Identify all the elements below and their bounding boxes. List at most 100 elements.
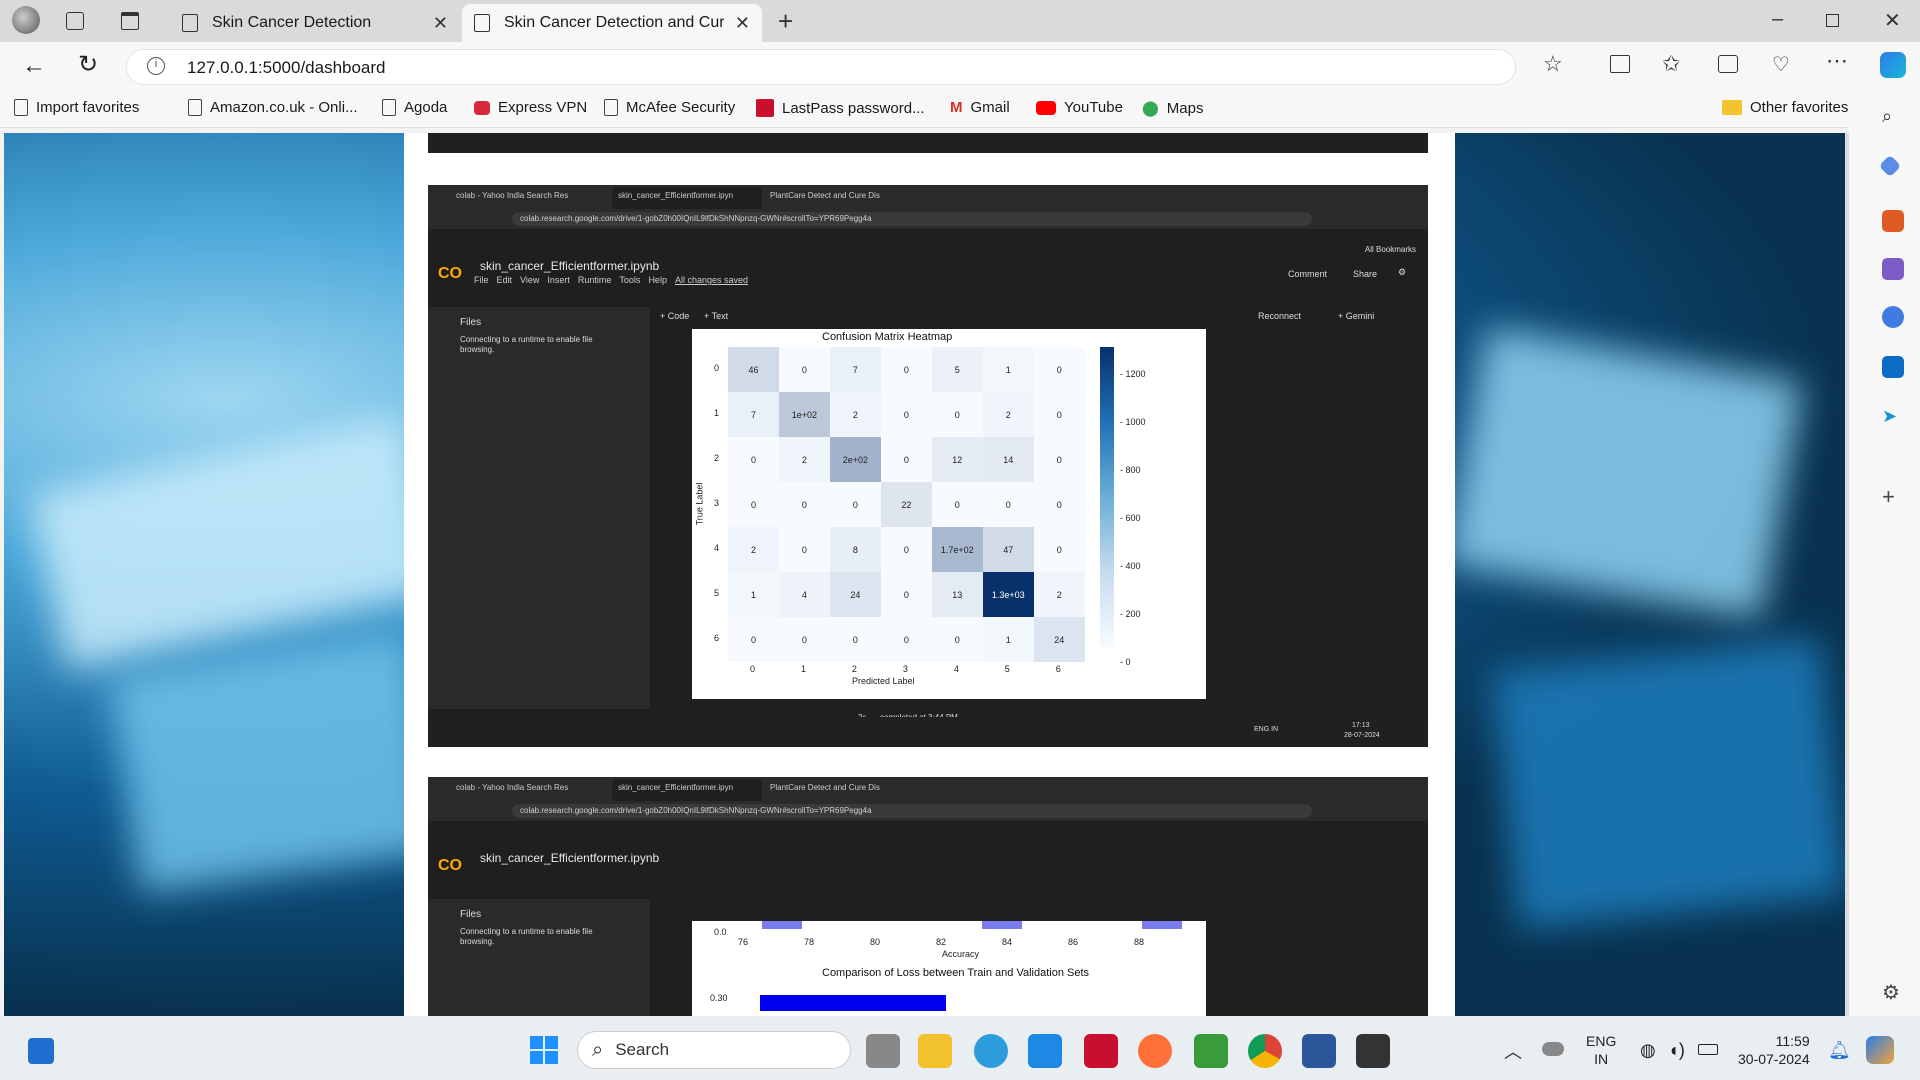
minimize-button[interactable]: – bbox=[1772, 8, 1783, 31]
notebook-title: skin_cancer_Efficientformer.ipynb bbox=[480, 259, 660, 273]
screenshot-clock-time: 17:13 bbox=[1352, 722, 1370, 729]
mylip-icon[interactable] bbox=[1028, 1034, 1062, 1068]
accuracy-xtick: 88 bbox=[1134, 937, 1145, 947]
heatmap-cell: 1e+02 bbox=[778, 392, 830, 437]
fav-agoda[interactable]: Agoda bbox=[382, 99, 447, 116]
search-icon[interactable]: ⌕ bbox=[1882, 106, 1904, 128]
collections-icon[interactable] bbox=[1718, 55, 1738, 73]
accuracy-xtick: 76 bbox=[738, 937, 749, 947]
refresh-icon[interactable]: ↻ bbox=[78, 50, 98, 79]
clock[interactable]: 11:59 30-07-2024 bbox=[1738, 1032, 1810, 1068]
screenshot-address-bar: colab.research.google.com/drive/1-gobZ0h… bbox=[428, 209, 1428, 229]
heatmap-cell: 0 bbox=[728, 437, 779, 482]
url-field[interactable]: i 127.0.0.1:5000/dashboard bbox=[126, 49, 1516, 85]
add-sidebar-app-icon[interactable]: + bbox=[1882, 484, 1904, 509]
heatmap-cell: 5 bbox=[931, 347, 983, 392]
start-button[interactable] bbox=[530, 1036, 558, 1064]
heatmap-cell: 0 bbox=[982, 482, 1034, 527]
heatmap-cell: 2 bbox=[1033, 572, 1085, 617]
telegram-icon[interactable]: ➤ bbox=[1882, 406, 1904, 428]
mcafee-icon[interactable] bbox=[1084, 1034, 1118, 1068]
heatmap-cell: 0 bbox=[778, 527, 830, 572]
close-window-button[interactable]: ✕ bbox=[1884, 8, 1901, 33]
fav-other[interactable]: Other favorites bbox=[1722, 99, 1848, 116]
new-tab-button[interactable]: + bbox=[778, 6, 793, 37]
clock-time: 11:59 bbox=[1775, 1033, 1810, 1049]
windows-taskbar bbox=[0, 1016, 1920, 1080]
fav-lastpass[interactable]: LastPass password... bbox=[756, 99, 925, 117]
search-icon: ⌕ bbox=[592, 1038, 604, 1061]
file-explorer-icon[interactable] bbox=[918, 1034, 952, 1068]
copilot-taskbar-icon[interactable] bbox=[1866, 1036, 1894, 1064]
tray-chevron-icon[interactable]: ︿ bbox=[1504, 1038, 1522, 1064]
firefox-icon[interactable] bbox=[1138, 1034, 1172, 1068]
profile-avatar[interactable] bbox=[12, 6, 40, 34]
app-icon[interactable] bbox=[1194, 1034, 1228, 1068]
fav-mcafee[interactable]: McAfee Security bbox=[604, 99, 735, 116]
files2-message: Connecting to a runtime to enable file b… bbox=[460, 927, 593, 946]
language-indicator[interactable]: ENG IN bbox=[1586, 1032, 1616, 1068]
fav-expressvpn[interactable]: Express VPN bbox=[474, 99, 587, 116]
heatmap-cell: 22 bbox=[880, 482, 932, 527]
loss-title: Comparison of Loss between Train and Val… bbox=[822, 967, 1090, 979]
heatmap-ytick: 0 bbox=[714, 363, 720, 373]
outlook-icon[interactable] bbox=[1882, 356, 1904, 378]
taskbar-search[interactable]: ⌕ Search bbox=[577, 1031, 851, 1069]
fav-maps[interactable]: ⬤ Maps bbox=[1142, 99, 1203, 118]
mini2-tab-2: skin_cancer_Efficientformer.ipyn bbox=[612, 779, 762, 801]
back-icon[interactable]: ← bbox=[22, 52, 46, 80]
edge-icon[interactable] bbox=[974, 1034, 1008, 1068]
maximize-button[interactable] bbox=[1826, 14, 1839, 27]
fav-gmail[interactable]: M Gmail bbox=[950, 99, 1010, 116]
confusion-matrix-heatmap: Confusion Matrix Heatmap 46 0 7 0 5 1 0 0 7 1e+02 2… bbox=[692, 329, 1206, 699]
heatmap-cell: 0 bbox=[1033, 482, 1085, 527]
heatmap-cell: 14 bbox=[982, 437, 1034, 482]
chrome-icon[interactable] bbox=[1248, 1034, 1282, 1068]
files-message: Connecting to a runtime to enable file b… bbox=[460, 335, 593, 354]
heatmap-ytick: 5 bbox=[714, 588, 720, 598]
close-tab-icon[interactable]: ✕ bbox=[735, 13, 750, 34]
microsoft365-icon[interactable] bbox=[1882, 306, 1904, 328]
onedrive-icon[interactable] bbox=[1542, 1042, 1564, 1056]
heatmap-cell: 2 bbox=[829, 392, 881, 437]
widgets-icon[interactable] bbox=[28, 1038, 54, 1064]
browser-essentials-icon[interactable]: ♡ bbox=[1772, 52, 1790, 77]
games-icon[interactable] bbox=[1882, 258, 1904, 280]
heatmap-cell: 0 bbox=[1033, 347, 1085, 392]
browser-tab-2[interactable]: Skin Cancer Detection and Cure I ✕ bbox=[462, 4, 762, 42]
heatmap-cell: 0 bbox=[880, 572, 932, 617]
screenshot2-tab-strip: colab - Yahoo India Search Res skin_canc… bbox=[428, 777, 1428, 801]
sidebar-settings-icon[interactable]: ⚙ bbox=[1882, 980, 1904, 1004]
copilot-icon[interactable] bbox=[1880, 52, 1906, 78]
favorites-icon[interactable]: ✩ bbox=[1662, 51, 1680, 77]
tools-icon[interactable] bbox=[1882, 210, 1904, 232]
close-tab-icon[interactable]: ✕ bbox=[433, 13, 448, 34]
heatmap-cell: 0 bbox=[1033, 392, 1085, 437]
fav-youtube[interactable]: YouTube bbox=[1036, 99, 1123, 116]
heatmap-cell: 0 bbox=[880, 617, 932, 662]
colorbar-tick: - 0 bbox=[1120, 657, 1131, 667]
volume-icon[interactable]: ◖) bbox=[1668, 1040, 1685, 1061]
heatmap-cell: 1.3e+03 bbox=[982, 572, 1034, 617]
fav-import[interactable]: Import favorites bbox=[14, 99, 139, 116]
more-menu-icon[interactable]: ⋯ bbox=[1826, 48, 1848, 74]
split-screen-icon[interactable] bbox=[1610, 55, 1630, 73]
favorite-star-icon[interactable]: ☆ bbox=[1543, 51, 1563, 77]
network-icon[interactable]: ◍ bbox=[1640, 1040, 1656, 1061]
task-view-icon[interactable] bbox=[866, 1034, 900, 1068]
vertical-tabs-icon[interactable] bbox=[121, 12, 139, 30]
word-icon[interactable] bbox=[1302, 1034, 1336, 1068]
terminal-icon[interactable] bbox=[1356, 1034, 1390, 1068]
heatmap-xtick: 1 bbox=[800, 664, 806, 674]
heatmap-xtick: 0 bbox=[750, 664, 756, 674]
fav-amazon[interactable]: Amazon.co.uk - Onli... bbox=[188, 99, 358, 116]
accuracy-xtick: 82 bbox=[936, 937, 947, 947]
add-text: + Text bbox=[704, 311, 729, 321]
battery-icon[interactable] bbox=[1698, 1044, 1718, 1055]
workspaces-icon[interactable] bbox=[66, 12, 84, 30]
browser-tab-1[interactable]: Skin Cancer Detection ✕ bbox=[170, 4, 460, 42]
notification-bell-icon[interactable]: 🔔︎ bbox=[1828, 1040, 1851, 1061]
heatmap-cell: 13 bbox=[931, 572, 983, 617]
heatmap-cell: 1.7e+02 bbox=[931, 527, 983, 572]
site-info-icon[interactable]: i bbox=[147, 57, 165, 75]
